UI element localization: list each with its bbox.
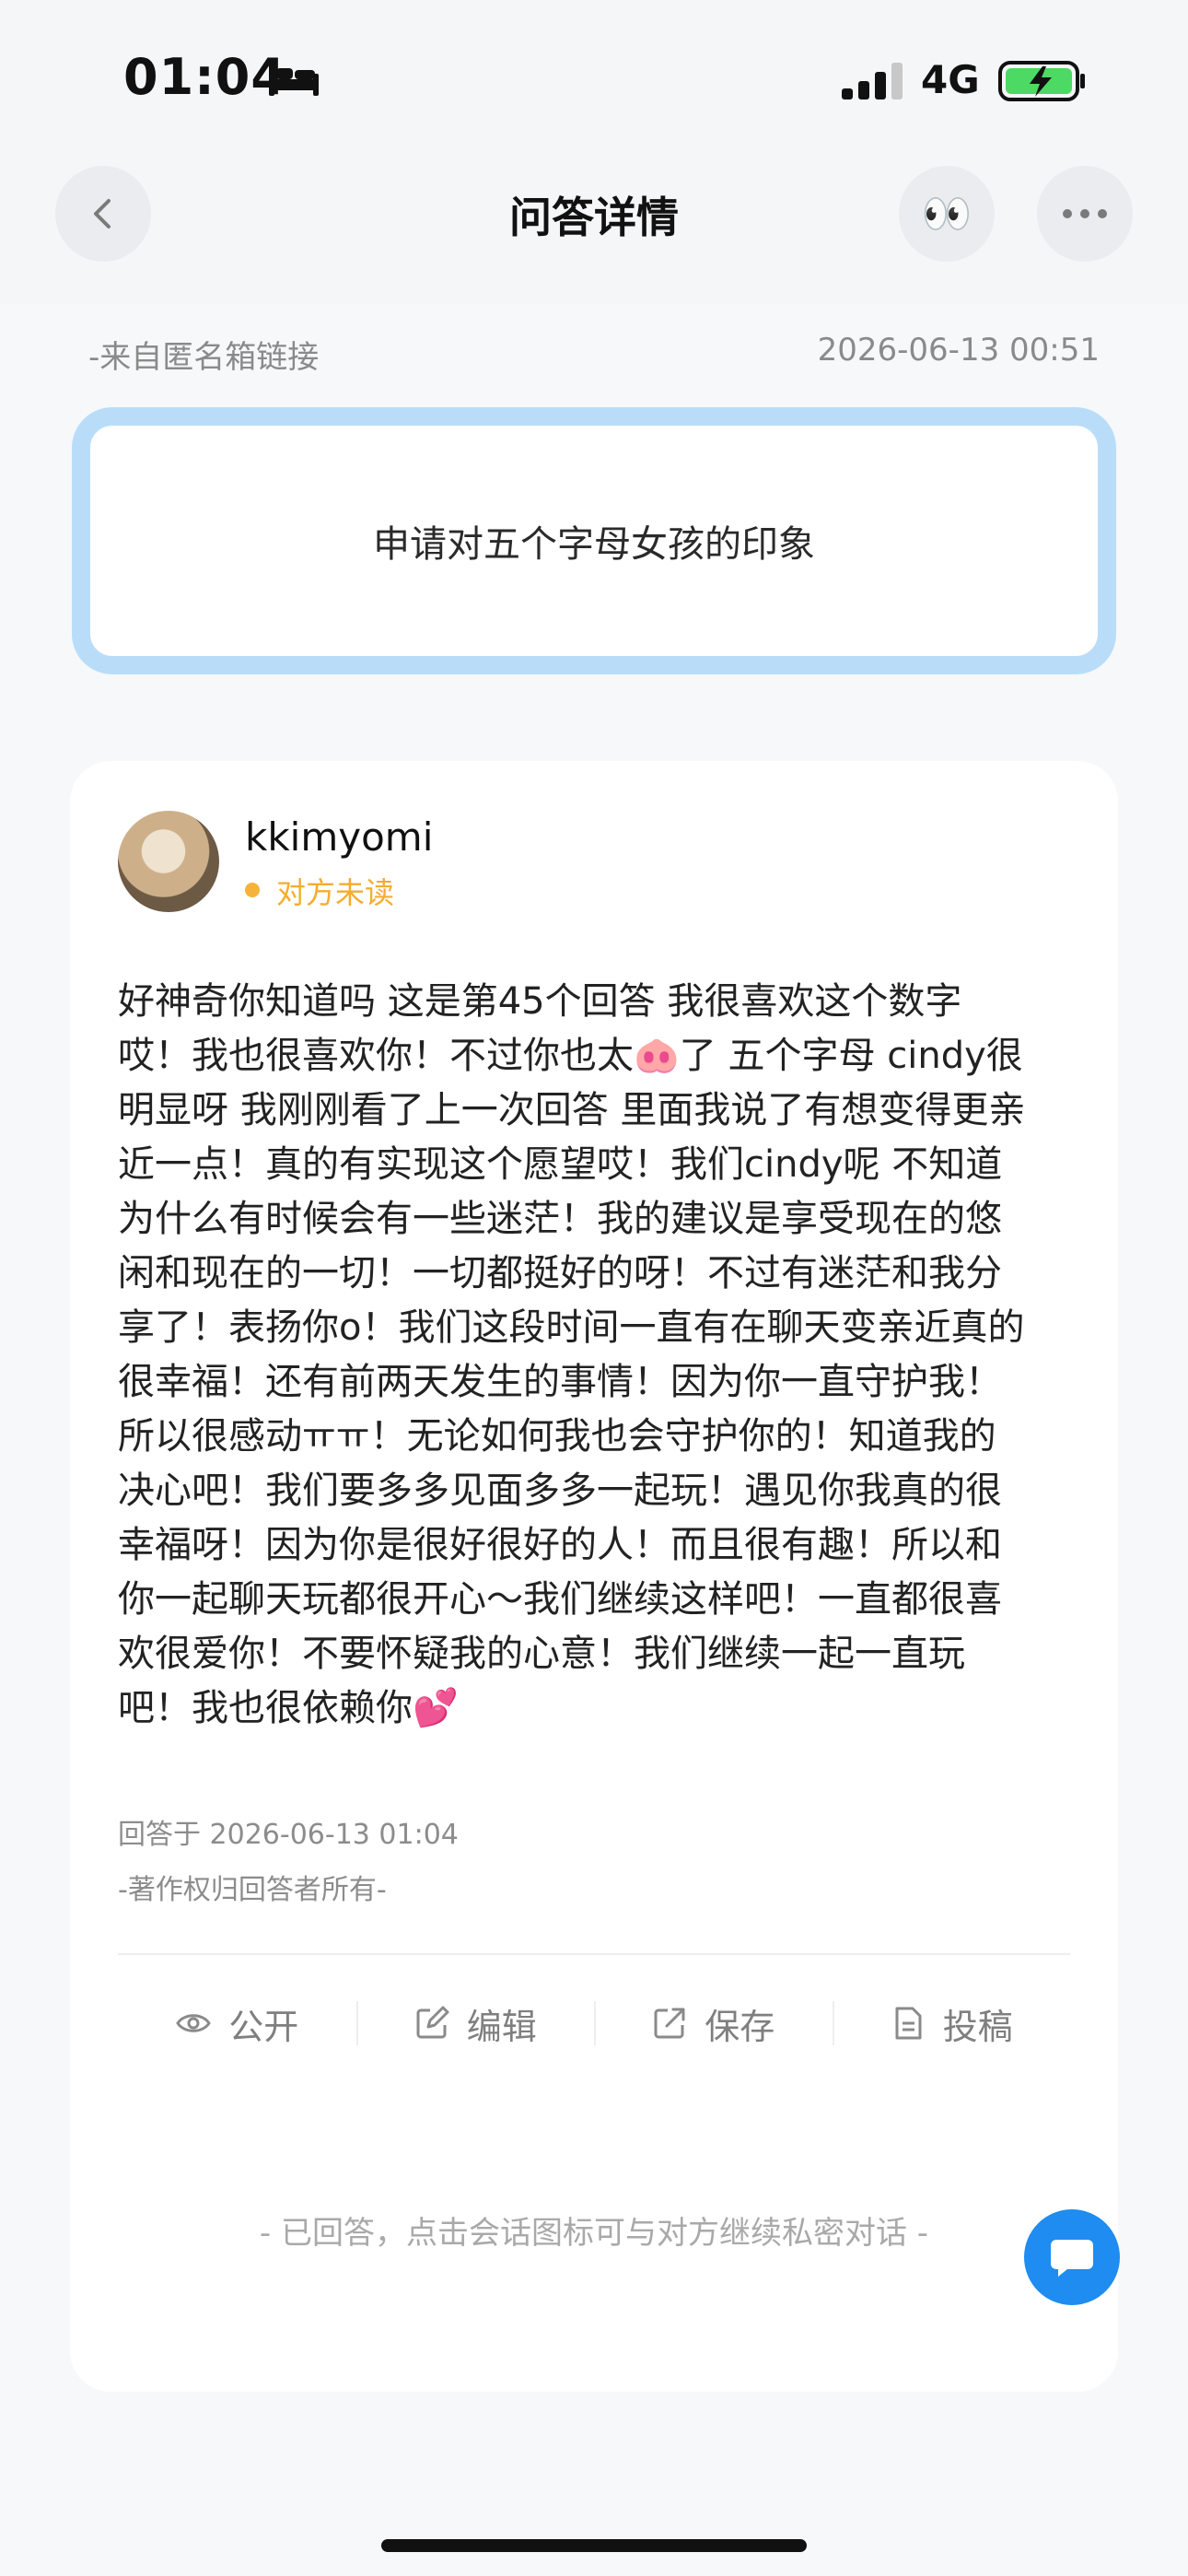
question-meta: -来自匿名箱链接 2026-06-13 00:51: [88, 332, 1100, 378]
footer-hint: - 已回答，点击会话图标可与对方继续私密对话 -: [259, 2215, 929, 2252]
signal-icon: [842, 63, 903, 100]
save-button[interactable]: 保存: [594, 1981, 833, 2066]
network-label: 4G: [921, 57, 980, 102]
avatar[interactable]: [118, 811, 219, 912]
header-area: 01:04 4G 问答详情 👀: [0, 0, 1188, 304]
question-text: 申请对五个字母女孩的印象: [373, 523, 815, 566]
more-button[interactable]: [1037, 166, 1133, 262]
question-card: 申请对五个字母女孩的印象: [72, 407, 1116, 674]
answerer-username: kkimyomi: [245, 814, 434, 860]
edit-icon: [416, 2006, 449, 2039]
chat-bubble-icon: [1051, 2240, 1093, 2277]
status-time: 01:04: [123, 48, 286, 106]
page-title: 问答详情: [509, 193, 679, 242]
divider: [118, 1953, 1070, 1955]
save-label: 保存: [705, 2006, 775, 2047]
unread-dot-icon: [245, 883, 260, 897]
home-indicator[interactable]: [381, 2539, 807, 2552]
answer-timestamp: 回答于 2026-06-13 01:04: [118, 1819, 459, 1851]
eyes-emoji-icon: 👀: [921, 191, 973, 238]
question-datetime: 2026-06-13 00:51: [817, 332, 1100, 369]
status-bar: 01:04 4G: [0, 0, 1188, 157]
action-bar: 公开 编辑 保存 投稿: [118, 1981, 1070, 2066]
more-dots-icon: [1063, 209, 1107, 218]
answer-body: 好神奇你知道吗 这是第45个回答 我很喜欢这个数字 哎！我也很喜欢你！不过你也太…: [118, 980, 1026, 1729]
share-export-icon: [654, 2008, 685, 2039]
copyright-note: -著作权归回答者所有-: [118, 1874, 387, 1906]
battery-charging-icon: [998, 61, 1085, 101]
edit-button[interactable]: 编辑: [355, 1981, 595, 2066]
public-label: 公开: [228, 2006, 299, 2047]
chat-button[interactable]: [1024, 2209, 1120, 2305]
nav-bar: 问答详情 👀: [0, 157, 1188, 304]
edit-label: 编辑: [466, 2006, 537, 2047]
public-button[interactable]: 公开: [118, 1981, 356, 2066]
document-icon: [895, 2007, 922, 2040]
bed-icon: [269, 64, 319, 96]
submit-button[interactable]: 投稿: [832, 1981, 1071, 2066]
submit-label: 投稿: [942, 2006, 1013, 2047]
eyes-button[interactable]: 👀: [899, 166, 995, 262]
answer-card: kkimyomi 对方未读 好神奇你知道吗 这是第45个回答 我很喜欢这个数字 …: [70, 761, 1118, 2392]
read-status: 对方未读: [276, 875, 395, 910]
eye-icon: [176, 2014, 212, 2032]
question-source: -来自匿名箱链接: [88, 339, 320, 376]
